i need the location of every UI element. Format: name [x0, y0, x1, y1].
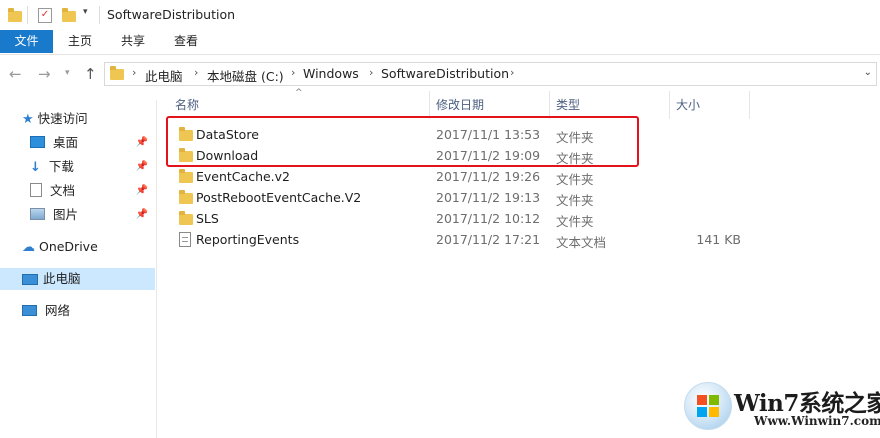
customize-toolbar-icon[interactable]: ▾ — [83, 7, 88, 17]
file-row[interactable]: ReportingEvents 2017/11/2 17:21 文本文档 141… — [166, 229, 766, 250]
breadcrumb-windows[interactable]: Windows — [303, 66, 359, 81]
divider — [27, 6, 28, 24]
logo-pane — [709, 407, 719, 417]
sidebar-item-label: 桌面 — [52, 135, 78, 150]
forward-arrow-icon[interactable]: → — [38, 65, 51, 83]
sidebar-item-this-pc[interactable]: 此电脑 — [0, 268, 155, 290]
logo-pane — [709, 395, 719, 405]
file-type: 文件夹 — [556, 193, 594, 208]
breadcrumb-separator[interactable]: › — [510, 66, 514, 79]
up-arrow-icon[interactable]: ↑ — [84, 65, 97, 83]
folder-icon — [179, 169, 193, 183]
tab-share[interactable]: 共享 — [113, 30, 153, 53]
document-icon — [30, 183, 42, 197]
file-date: 2017/11/2 10:12 — [436, 211, 541, 226]
recent-locations-icon[interactable]: ▾ — [65, 68, 70, 78]
tab-view[interactable]: 查看 — [166, 30, 206, 53]
download-icon: ↓ — [30, 160, 41, 175]
watermark-url: Www.Winwin7.com — [754, 414, 880, 428]
title-bar: ✓ ▾ SoftwareDistribution — [0, 0, 880, 30]
breadcrumb-separator[interactable]: › — [291, 66, 295, 79]
breadcrumb-separator[interactable]: › — [132, 66, 136, 79]
folder-icon — [179, 190, 193, 204]
file-row[interactable]: EventCache.v2 2017/11/2 19:26 文件夹 — [166, 166, 766, 187]
sidebar-item-documents[interactable]: 文档 📌 — [30, 180, 154, 202]
breadcrumb-softwaredistribution[interactable]: SoftwareDistribution — [381, 66, 509, 81]
watermark: Win7系统之家 Www.Winwin7.com — [682, 376, 880, 438]
sidebar-item-label: 快速访问 — [37, 111, 88, 126]
sidebar-item-network[interactable]: 网络 — [22, 300, 70, 322]
navigation-pane: ★ 快速访问 桌面 📌 ↓ 下载 📌 文档 📌 图片 📌 ☁ OneDrive … — [0, 100, 157, 438]
sidebar-item-label: 文档 — [49, 183, 75, 198]
breadcrumb-separator[interactable]: › — [369, 66, 373, 79]
sidebar-item-label: 网络 — [44, 303, 70, 318]
highlight-annotation — [166, 116, 639, 167]
folder-icon — [179, 211, 193, 225]
tab-file[interactable]: 文件 — [0, 30, 53, 53]
properties-icon[interactable]: ✓ — [38, 8, 52, 23]
file-row[interactable]: PostRebootEventCache.V2 2017/11/2 19:13 … — [166, 187, 766, 208]
cloud-icon: ☁ — [22, 240, 35, 255]
text-file-icon — [179, 232, 191, 247]
sidebar-item-label: 下载 — [48, 159, 74, 174]
file-name: ReportingEvents — [196, 232, 300, 247]
file-type: 文件夹 — [556, 172, 594, 187]
sidebar-item-pictures[interactable]: 图片 📌 — [30, 204, 154, 226]
logo-pane — [697, 407, 707, 417]
column-header-date[interactable]: 修改日期 — [436, 96, 484, 113]
sidebar-item-label: OneDrive — [38, 239, 98, 254]
new-folder-icon[interactable] — [62, 8, 76, 22]
file-name: EventCache.v2 — [196, 169, 291, 184]
file-row[interactable]: SLS 2017/11/2 10:12 文件夹 — [166, 208, 766, 229]
pin-icon[interactable]: 📌 — [136, 156, 148, 178]
address-dropdown-icon[interactable]: ⌄ — [864, 67, 872, 78]
file-date: 2017/11/2 19:26 — [436, 169, 541, 184]
breadcrumb-separator[interactable]: › — [194, 66, 198, 79]
sidebar-item-onedrive[interactable]: ☁ OneDrive — [22, 236, 98, 258]
sort-ascending-icon: ^ — [295, 88, 303, 98]
column-divider[interactable] — [669, 91, 670, 119]
sidebar-item-label: 图片 — [52, 207, 78, 222]
logo-pane — [697, 395, 707, 405]
file-size: 141 KB — [696, 232, 741, 247]
sidebar-item-label: 此电脑 — [43, 271, 81, 286]
ribbon-tabs: 文件 主页 共享 查看 — [0, 30, 880, 55]
breadcrumb-this-pc[interactable]: 此电脑 — [145, 66, 183, 85]
file-type: 文件夹 — [556, 214, 594, 229]
file-type: 文本文档 — [556, 235, 607, 250]
column-header-name[interactable]: 名称 — [175, 96, 199, 113]
column-header-size[interactable]: 大小 — [676, 96, 700, 113]
windows-logo-icon — [684, 382, 732, 430]
tab-home[interactable]: 主页 — [60, 30, 100, 53]
breadcrumb-local-disk[interactable]: 本地磁盘 (C:) — [207, 66, 284, 85]
sidebar-item-desktop[interactable]: 桌面 📌 — [30, 132, 154, 154]
watermark-brand: Win7系统之家 — [734, 390, 880, 417]
desktop-icon — [30, 136, 45, 148]
address-bar[interactable]: › 此电脑 › 本地磁盘 (C:) › Windows › SoftwareDi… — [104, 62, 877, 86]
folder-icon — [110, 66, 124, 80]
pin-icon[interactable]: 📌 — [136, 132, 148, 154]
pictures-icon — [30, 208, 45, 220]
pin-icon[interactable]: 📌 — [136, 180, 148, 202]
star-icon: ★ — [22, 112, 34, 127]
file-date: 2017/11/2 19:13 — [436, 190, 541, 205]
divider — [99, 6, 100, 24]
sidebar-item-quick-access[interactable]: ★ 快速访问 — [22, 108, 88, 130]
file-date: 2017/11/2 17:21 — [436, 232, 541, 247]
column-divider[interactable] — [749, 91, 750, 119]
file-name: SLS — [196, 211, 219, 226]
column-divider[interactable] — [429, 91, 430, 119]
pin-icon[interactable]: 📌 — [136, 204, 148, 226]
computer-icon — [22, 274, 38, 285]
back-arrow-icon[interactable]: ← — [9, 65, 22, 83]
sidebar-item-downloads[interactable]: ↓ 下载 📌 — [30, 156, 154, 178]
column-header-type[interactable]: 类型 — [556, 96, 580, 113]
network-icon — [22, 305, 37, 316]
folder-icon — [8, 8, 22, 22]
column-divider[interactable] — [549, 91, 550, 119]
window-title: SoftwareDistribution — [107, 7, 236, 22]
file-name: PostRebootEventCache.V2 — [196, 190, 362, 205]
